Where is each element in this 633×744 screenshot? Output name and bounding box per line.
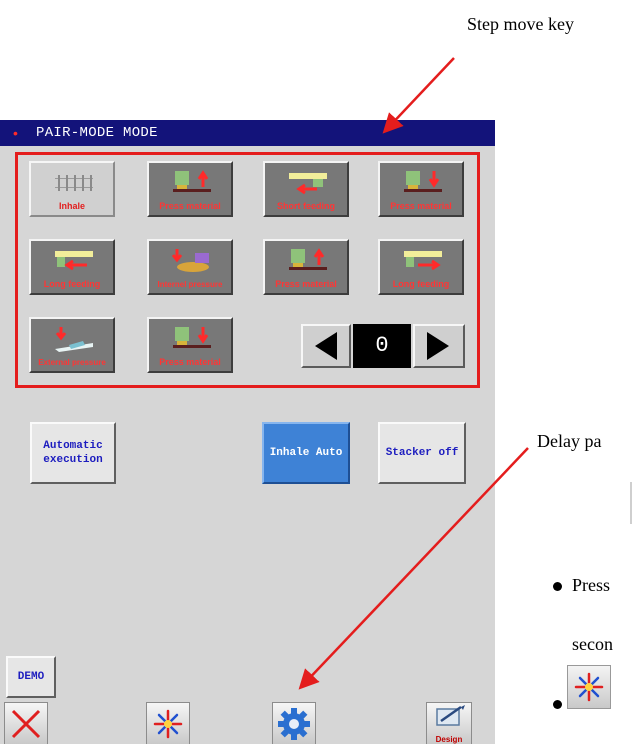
step-internal-pressure-button[interactable]: Internel pressure [147,239,233,295]
step-long-feeding-button[interactable]: Long feeding [378,239,464,295]
long-feeding-right-icon [404,251,442,271]
reset-button[interactable] [146,702,190,744]
stacker-off-button[interactable]: Stacker off [378,422,466,484]
step-external-pressure-button[interactable]: External pressure [29,317,115,373]
external-pressure-icon [55,327,93,352]
step-press-material-button[interactable]: Press material [147,161,233,217]
secon-annotation: secon [572,634,613,654]
triangle-right-icon [427,332,449,360]
automatic-execution-label-line1: Automatic [43,440,103,452]
inhale-auto-button[interactable]: Inhale Auto [262,422,350,484]
sparkle-icon [153,709,183,739]
step-press-material-button[interactable]: Press material [378,161,464,217]
screen-title: PAIR-MODE MODE [36,125,158,141]
step-label: Long feeding [392,279,450,289]
divider [630,482,632,524]
press-material-down-icon [404,171,442,192]
step-label: Press material [275,279,337,289]
sparkle-icon [567,665,611,709]
triangle-left-icon [315,332,337,360]
step-label: External pressure [38,358,106,367]
step-label: Press material [159,357,221,367]
step-short-feeding-button[interactable]: Short feeding [263,161,349,217]
design-button[interactable]: Design [426,702,472,744]
settings-button[interactable] [272,702,316,744]
step-previous-button[interactable] [301,324,351,368]
automatic-execution-label-line2: execution [43,454,103,466]
demo-button[interactable]: DEMO [6,656,56,698]
step-label: Short feeding [277,201,335,211]
step-label: Press material [390,201,452,211]
bullet [553,582,562,591]
design-icon [436,705,465,726]
step-next-button[interactable] [413,324,465,368]
step-label: Internel pressure [157,280,223,289]
title-bar: • PAIR-MODE MODE [0,120,495,146]
gear-icon [278,708,310,740]
step-press-material-button[interactable]: Press material [147,317,233,373]
automatic-execution-button[interactable]: Automatic execution [30,422,116,484]
step-press-material-button[interactable]: Press material [263,239,349,295]
press-annotation: Press [572,575,611,595]
design-label: Design [435,735,463,744]
press-material-up-icon [173,170,211,192]
step-label: Long feeding [43,279,101,289]
press-material-up-icon [289,248,327,270]
internal-pressure-icon [171,249,209,272]
status-dot: • [13,125,18,141]
step-inhale-button[interactable]: Inhale [29,161,115,217]
machine-screen: • PAIR-MODE MODE Inhale Press material S… [0,120,495,744]
delay-annotation: Delay pa [537,431,602,451]
short-feeding-icon [289,173,327,195]
bullet [553,700,562,709]
step-long-feeding-button[interactable]: Long feeding [29,239,115,295]
step-label: Inhale [58,201,85,211]
step-label: Press material [159,201,221,211]
step-counter: 0 [353,324,411,368]
press-material-down-icon [173,327,211,348]
long-feeding-left-icon [55,251,93,271]
inhale-icon [55,175,93,191]
close-icon [11,709,41,739]
close-button[interactable] [4,702,48,744]
step-move-key-annotation: Step move key [467,14,574,34]
